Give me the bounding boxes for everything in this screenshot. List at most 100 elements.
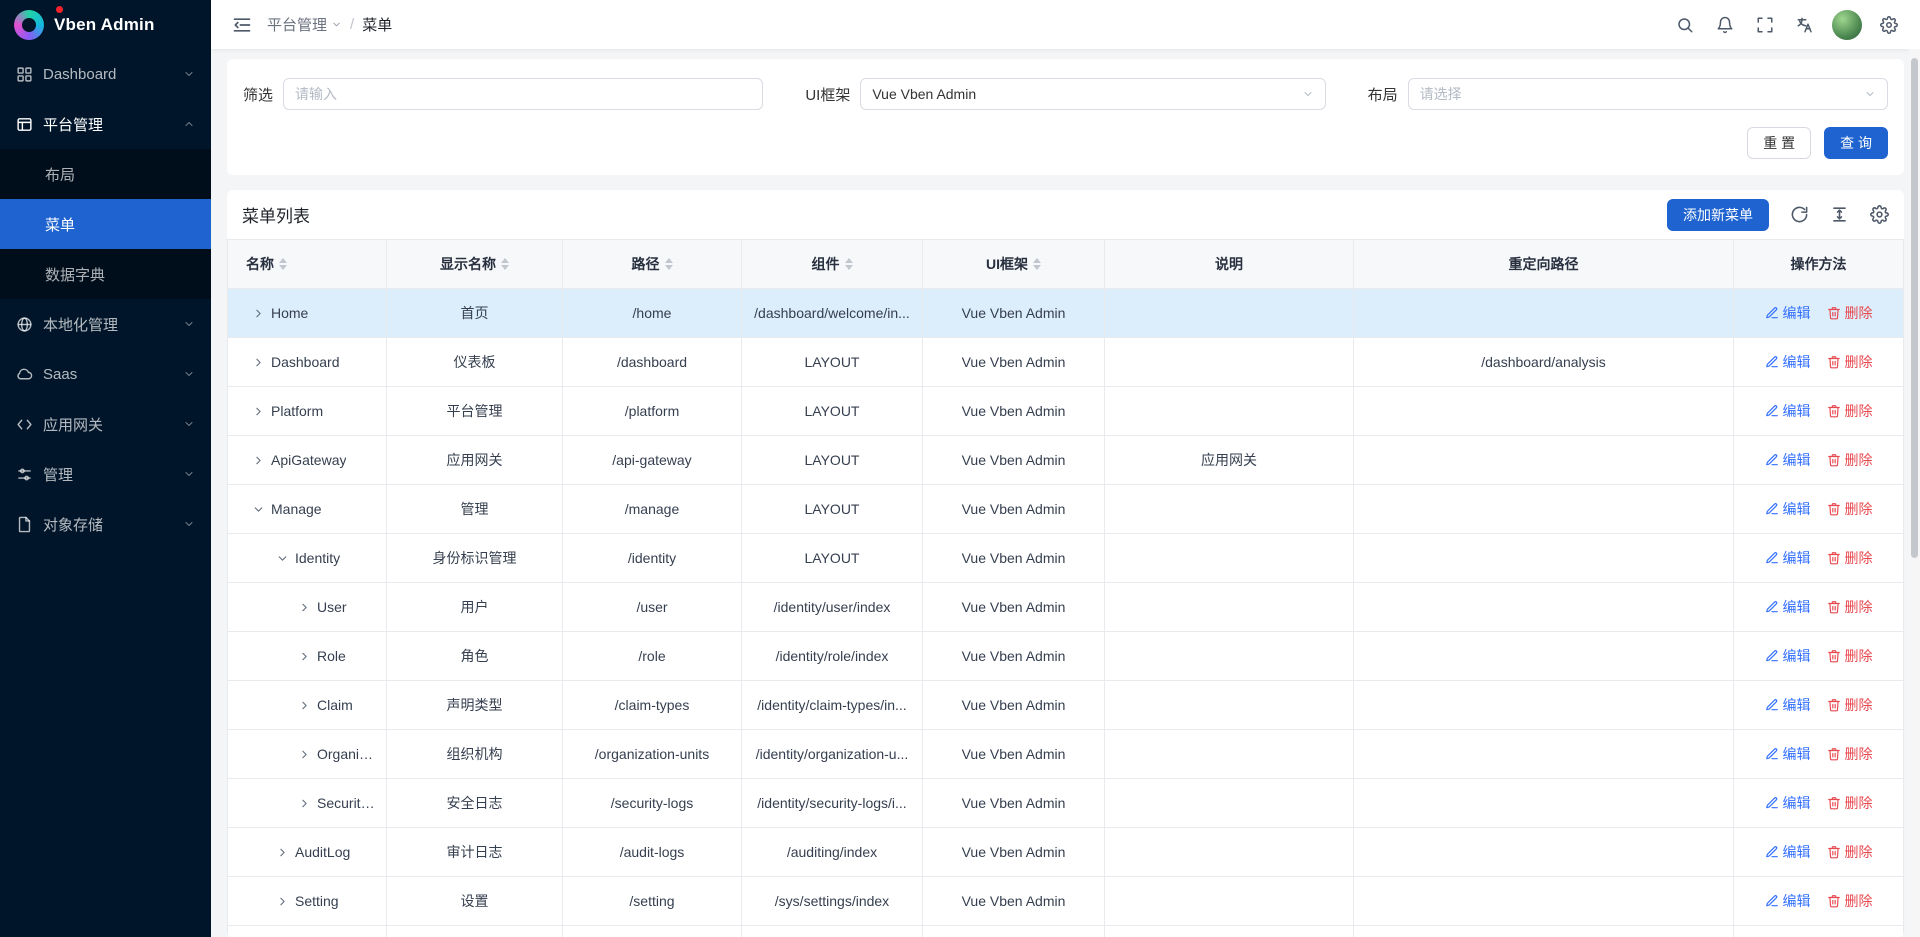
edit-button[interactable]: 编辑 bbox=[1765, 744, 1811, 764]
edit-button[interactable]: 编辑 bbox=[1765, 597, 1811, 617]
sidebar-item-layout[interactable]: 布局 bbox=[0, 149, 211, 199]
gear-button[interactable] bbox=[1872, 8, 1906, 42]
row-display-name: 身份标识管理 bbox=[387, 534, 563, 583]
translate-button[interactable] bbox=[1788, 8, 1822, 42]
row-expand-toggle[interactable] bbox=[276, 552, 289, 565]
sidebar-item-localization[interactable]: 本地化管理 bbox=[0, 299, 211, 349]
page-scrollbar-thumb[interactable] bbox=[1911, 58, 1918, 558]
filter-field-framework: UI框架 Vue Vben Admin bbox=[805, 78, 1325, 110]
add-menu-button[interactable]: 添加新菜单 bbox=[1667, 199, 1769, 231]
edit-button[interactable]: 编辑 bbox=[1765, 793, 1811, 813]
logo[interactable]: Vben Admin bbox=[0, 0, 211, 49]
ui-framework-select[interactable]: Vue Vben Admin bbox=[860, 78, 1325, 110]
delete-button[interactable]: 删除 bbox=[1827, 303, 1873, 323]
avatar[interactable] bbox=[1832, 10, 1862, 40]
row-expand-toggle[interactable] bbox=[252, 454, 265, 467]
delete-button[interactable]: 删除 bbox=[1827, 842, 1873, 862]
row-expand-toggle[interactable] bbox=[298, 650, 311, 663]
query-button[interactable]: 查 询 bbox=[1824, 127, 1888, 159]
sidebar-item-storage[interactable]: 对象存储 bbox=[0, 499, 211, 549]
sort-icon[interactable] bbox=[501, 258, 509, 270]
row-expand-toggle[interactable] bbox=[252, 356, 265, 369]
row-ui-framework: Vue Vben Admin bbox=[923, 779, 1105, 828]
column-label: 路径 bbox=[632, 254, 660, 274]
column-header-component[interactable]: 组件 bbox=[742, 240, 923, 289]
delete-button[interactable]: 删除 bbox=[1827, 352, 1873, 372]
row-ui-framework: Vue Vben Admin bbox=[923, 534, 1105, 583]
row-path: /user bbox=[563, 583, 742, 632]
bell-button[interactable] bbox=[1708, 8, 1742, 42]
edit-icon bbox=[1765, 649, 1779, 663]
column-header-name[interactable]: 名称 bbox=[228, 240, 387, 289]
edit-button[interactable]: 编辑 bbox=[1765, 401, 1811, 421]
column-header-display_name[interactable]: 显示名称 bbox=[387, 240, 563, 289]
edit-button[interactable]: 编辑 bbox=[1765, 842, 1811, 862]
table-row: Setting设置/setting/sys/settings/indexVue … bbox=[228, 877, 1904, 926]
fullscreen-button[interactable] bbox=[1748, 8, 1782, 42]
row-expand-toggle[interactable] bbox=[298, 797, 311, 810]
sort-icon[interactable] bbox=[1033, 258, 1041, 270]
edit-button[interactable]: 编辑 bbox=[1765, 891, 1811, 911]
breadcrumb-menu[interactable]: 菜单 bbox=[362, 14, 392, 35]
sidebar-item-manage[interactable]: 管理 bbox=[0, 449, 211, 499]
row-expand-toggle[interactable] bbox=[252, 405, 265, 418]
breadcrumb-platform[interactable]: 平台管理 bbox=[267, 14, 342, 35]
row-redirect bbox=[1354, 387, 1734, 436]
row-expand-toggle[interactable] bbox=[252, 503, 265, 516]
edit-button[interactable]: 编辑 bbox=[1765, 548, 1811, 568]
delete-button[interactable]: 删除 bbox=[1827, 548, 1873, 568]
row-actions: 编辑删除 bbox=[1734, 583, 1904, 632]
delete-button[interactable]: 删除 bbox=[1827, 450, 1873, 470]
sidebar-item-platform[interactable]: 平台管理 bbox=[0, 99, 211, 149]
row-expand-toggle[interactable] bbox=[298, 699, 311, 712]
edit-button[interactable]: 编辑 bbox=[1765, 352, 1811, 372]
column-header-ui_framework[interactable]: UI框架 bbox=[923, 240, 1105, 289]
sidebar-collapse-button[interactable] bbox=[225, 8, 259, 42]
delete-button[interactable]: 删除 bbox=[1827, 646, 1873, 666]
table-row: AuditLog审计日志/audit-logs/auditing/indexVu… bbox=[228, 828, 1904, 877]
delete-button[interactable]: 删除 bbox=[1827, 597, 1873, 617]
row-display-name: 角色 bbox=[387, 632, 563, 681]
row-expand-toggle[interactable] bbox=[276, 846, 289, 859]
row-expand-toggle[interactable] bbox=[252, 307, 265, 320]
row-actions: 编辑删除 bbox=[1734, 436, 1904, 485]
row-expand-toggle[interactable] bbox=[298, 601, 311, 614]
edit-button[interactable]: 编辑 bbox=[1765, 499, 1811, 519]
row-expand-toggle[interactable] bbox=[298, 748, 311, 761]
sort-icon[interactable] bbox=[665, 258, 673, 270]
delete-button[interactable]: 删除 bbox=[1827, 401, 1873, 421]
row-description bbox=[1105, 681, 1354, 730]
delete-button[interactable]: 删除 bbox=[1827, 793, 1873, 813]
edit-button[interactable]: 编辑 bbox=[1765, 450, 1811, 470]
row-description bbox=[1105, 632, 1354, 681]
sort-icon[interactable] bbox=[845, 258, 853, 270]
layout-select[interactable]: 请选择 bbox=[1408, 78, 1888, 110]
reset-button[interactable]: 重 置 bbox=[1747, 127, 1811, 159]
sidebar-item-gateway[interactable]: 应用网关 bbox=[0, 399, 211, 449]
sidebar-item-dictionary[interactable]: 数据字典 bbox=[0, 249, 211, 299]
row-redirect bbox=[1354, 534, 1734, 583]
delete-button[interactable]: 删除 bbox=[1827, 744, 1873, 764]
edit-button[interactable]: 编辑 bbox=[1765, 646, 1811, 666]
delete-button[interactable]: 删除 bbox=[1827, 891, 1873, 911]
sidebar-item-menu[interactable]: 菜单 bbox=[0, 199, 211, 249]
edit-button[interactable]: 编辑 bbox=[1765, 695, 1811, 715]
edit-icon bbox=[1765, 600, 1779, 614]
sidebar-item-label: 应用网关 bbox=[43, 414, 173, 435]
column-header-path[interactable]: 路径 bbox=[563, 240, 742, 289]
refresh-icon[interactable] bbox=[1790, 205, 1809, 224]
table-row: Identity身份标识管理/identityLAYOUTVue Vben Ad… bbox=[228, 534, 1904, 583]
sidebar-item-saas[interactable]: Saas bbox=[0, 349, 211, 399]
sidebar-item-dashboard[interactable]: Dashboard bbox=[0, 49, 211, 99]
gear-icon[interactable] bbox=[1870, 205, 1889, 224]
delete-button[interactable]: 删除 bbox=[1827, 499, 1873, 519]
sort-icon[interactable] bbox=[279, 258, 287, 270]
search-button[interactable] bbox=[1668, 8, 1702, 42]
filter-input[interactable] bbox=[283, 78, 763, 110]
delete-button[interactable]: 删除 bbox=[1827, 695, 1873, 715]
row-height-icon[interactable] bbox=[1830, 205, 1849, 224]
row-expand-toggle[interactable] bbox=[276, 895, 289, 908]
edit-button[interactable]: 编辑 bbox=[1765, 303, 1811, 323]
chevron-down-icon bbox=[1302, 88, 1314, 100]
fullscreen-icon bbox=[1756, 16, 1774, 34]
